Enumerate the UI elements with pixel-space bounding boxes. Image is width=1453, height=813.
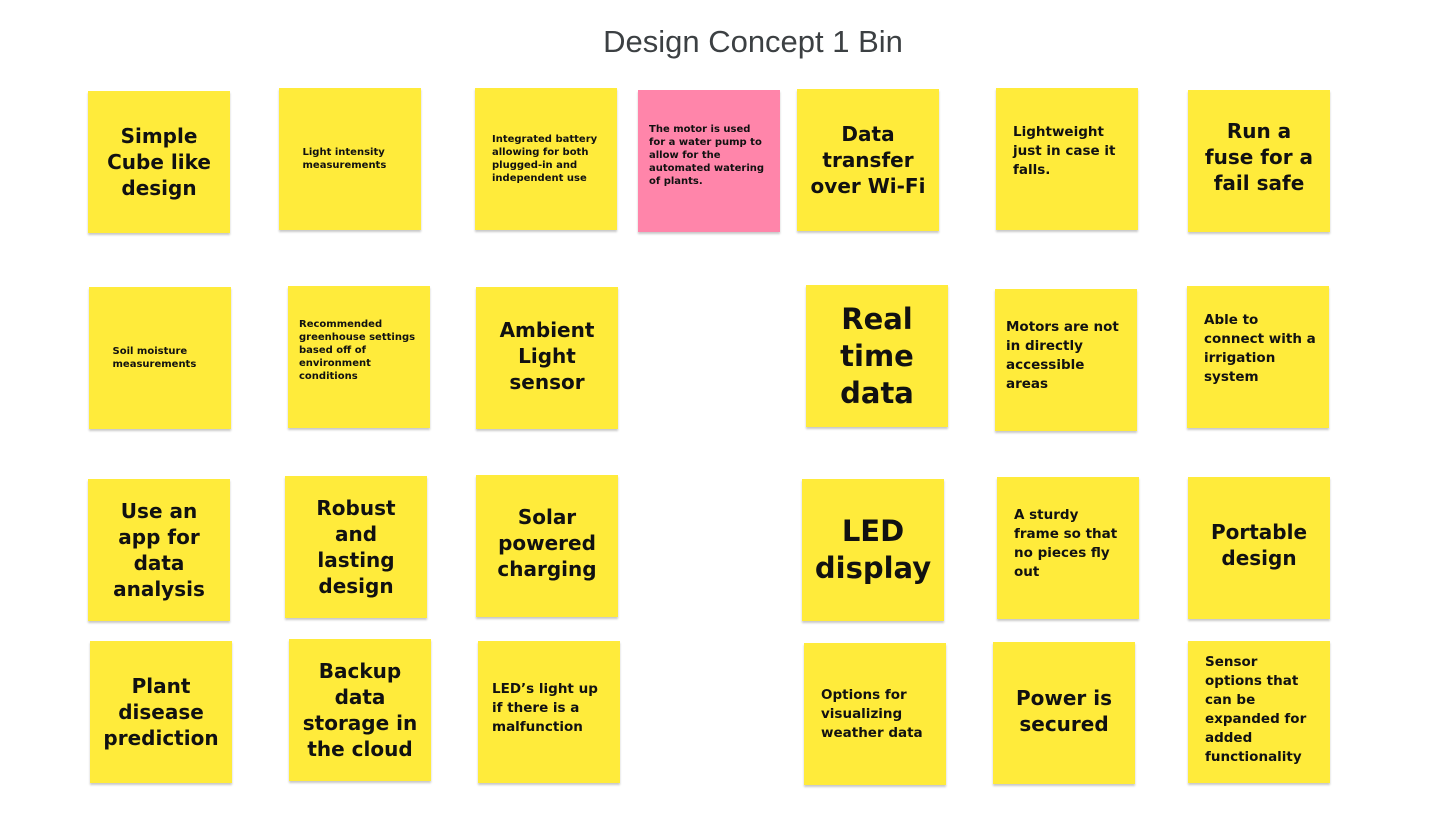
- note-text: Recommended greenhouse settings based of…: [299, 318, 416, 382]
- sticky-note[interactable]: Backup data storage in the cloud: [289, 639, 431, 781]
- note-text: Able to connect with a irrigation system: [1204, 312, 1316, 385]
- sticky-note[interactable]: Light intensity measurements: [279, 88, 421, 230]
- note-text: Simple Cube like design: [107, 124, 211, 200]
- note-text: Options for visualizing weather data: [821, 686, 923, 741]
- note-text: Portable design: [1210, 520, 1308, 570]
- note-text: Soil moisture measurements: [112, 346, 197, 370]
- sticky-note[interactable]: Motors are not in directly accessible ar…: [995, 289, 1137, 431]
- sticky-note[interactable]: Power is secured: [993, 642, 1135, 784]
- sticky-note[interactable]: Simple Cube like design: [88, 91, 230, 233]
- sticky-note[interactable]: Data transfer over Wi-Fi: [797, 89, 939, 231]
- note-text: Solar powered charging: [497, 505, 597, 581]
- sticky-note[interactable]: LED’s light up if there is a malfunction: [478, 641, 620, 783]
- sticky-note[interactable]: Robust and lasting design: [285, 476, 427, 618]
- sticky-note[interactable]: Plant disease prediction: [90, 641, 232, 783]
- sticky-note[interactable]: Portable design: [1188, 477, 1330, 619]
- note-text: Data transfer over Wi-Fi: [810, 122, 926, 198]
- sticky-note[interactable]: Sensor options that can be expanded for …: [1188, 641, 1330, 783]
- sticky-note[interactable]: The motor is used for a water pump to al…: [638, 90, 780, 232]
- board-title: Design Concept 1 Bin: [603, 24, 903, 59]
- note-text: The motor is used for a water pump to al…: [649, 123, 765, 187]
- sticky-note[interactable]: Use an app for data analysis: [88, 479, 230, 621]
- note-text: Real time data: [840, 301, 914, 410]
- note-text: Light intensity measurements: [302, 147, 387, 171]
- note-text: LED’s light up if there is a malfunction: [492, 680, 598, 735]
- note-text: Integrated battery allowing for both plu…: [492, 134, 598, 184]
- sticky-note[interactable]: Real time data: [806, 285, 948, 427]
- sticky-note[interactable]: Run a fuse for a fail safe: [1188, 90, 1330, 232]
- sticky-note[interactable]: Ambient Light sensor: [476, 287, 618, 429]
- note-text: Ambient Light sensor: [499, 318, 595, 394]
- sticky-note[interactable]: Lightweight just in case it falls.: [996, 88, 1138, 230]
- sticky-note[interactable]: Integrated battery allowing for both plu…: [475, 88, 617, 230]
- sticky-note[interactable]: Recommended greenhouse settings based of…: [288, 286, 430, 428]
- sticky-note[interactable]: Soil moisture measurements: [89, 287, 231, 429]
- sticky-note[interactable]: Options for visualizing weather data: [804, 643, 946, 785]
- note-text: Backup data storage in the cloud: [302, 659, 418, 761]
- sticky-note[interactable]: Solar powered charging: [476, 475, 618, 617]
- note-text: LED display: [814, 514, 932, 585]
- note-text: Plant disease prediction: [103, 674, 219, 750]
- note-text: Robust and lasting design: [316, 496, 396, 598]
- note-text: A sturdy frame so that no pieces fly out: [1014, 507, 1118, 580]
- note-text: Power is secured: [1015, 686, 1113, 736]
- note-text: Run a fuse for a fail safe: [1204, 119, 1314, 195]
- note-text: Use an app for data analysis: [113, 499, 205, 601]
- note-text: Sensor options that can be expanded for …: [1205, 654, 1307, 765]
- sticky-note[interactable]: Able to connect with a irrigation system: [1187, 286, 1329, 428]
- note-text: Motors are not in directly accessible ar…: [1006, 319, 1119, 392]
- note-text: Lightweight just in case it falls.: [1013, 123, 1116, 178]
- sticky-note[interactable]: A sturdy frame so that no pieces fly out: [997, 477, 1139, 619]
- sticky-note[interactable]: LED display: [802, 479, 944, 621]
